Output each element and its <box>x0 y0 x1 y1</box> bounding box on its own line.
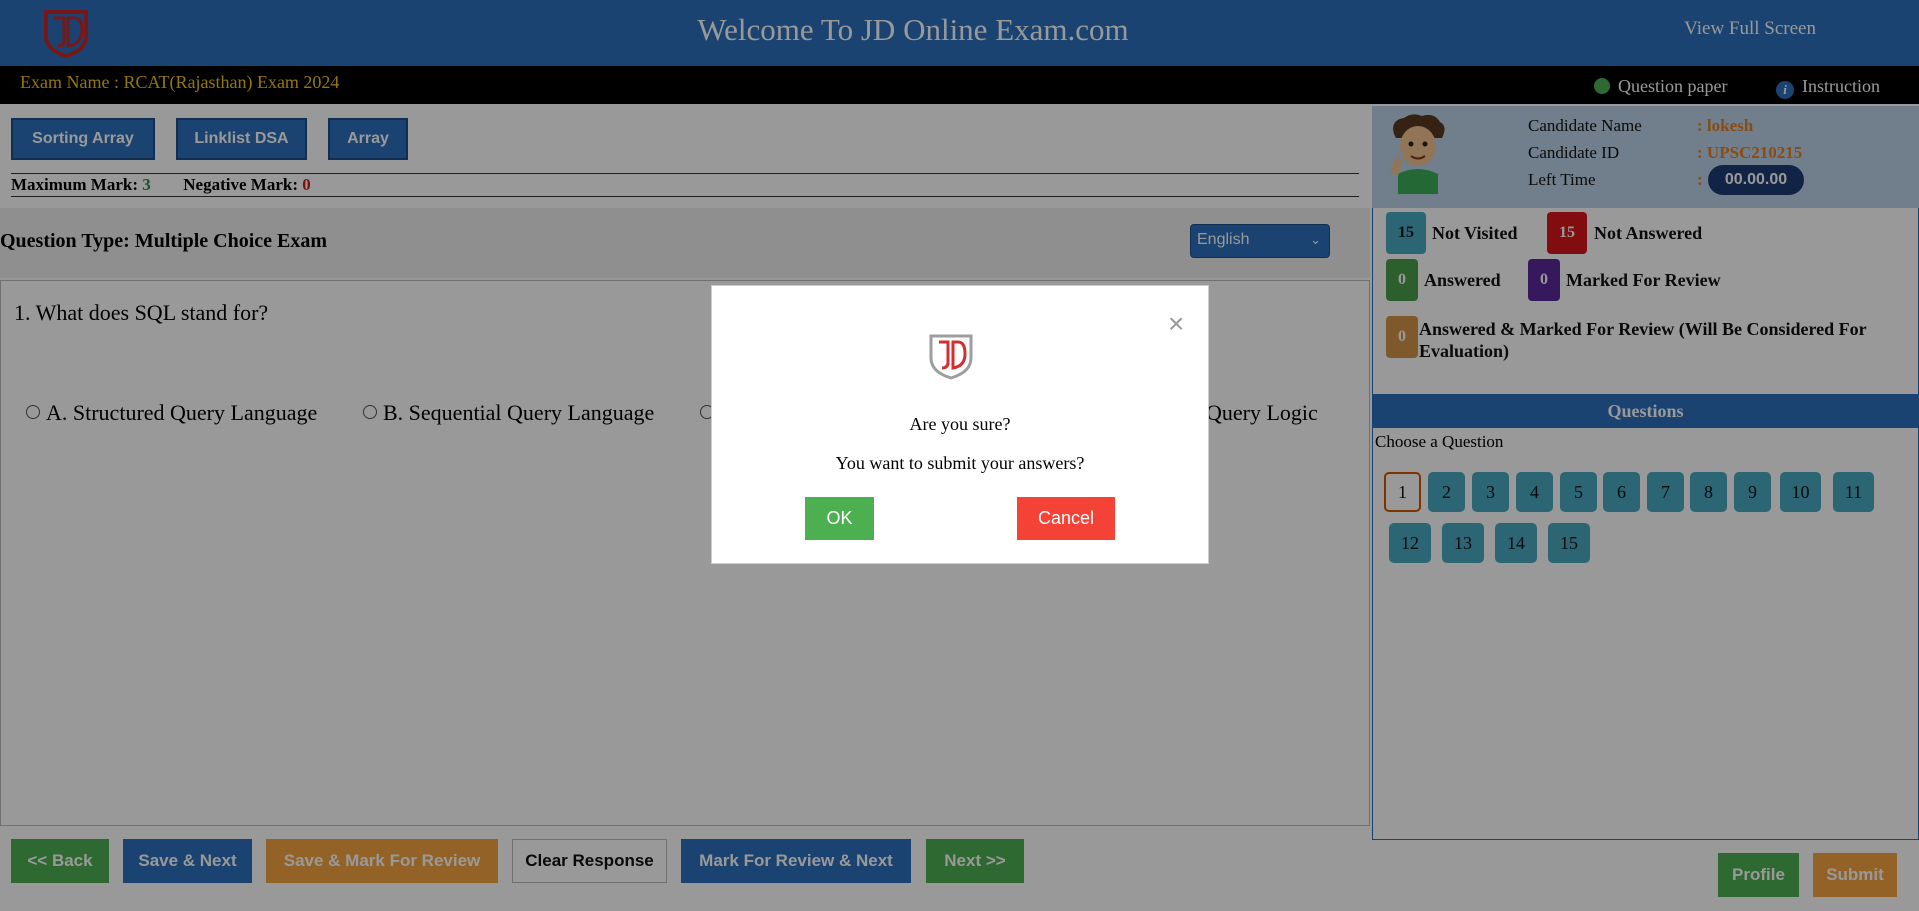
close-icon[interactable]: × <box>1168 308 1184 340</box>
dialog-title: Are you sure? <box>909 414 1011 434</box>
jd-logo-icon <box>929 334 973 380</box>
dialog-message: You want to submit your answers? <box>835 453 1085 473</box>
cancel-button[interactable]: Cancel <box>1017 497 1115 540</box>
ok-button[interactable]: OK <box>805 497 874 540</box>
